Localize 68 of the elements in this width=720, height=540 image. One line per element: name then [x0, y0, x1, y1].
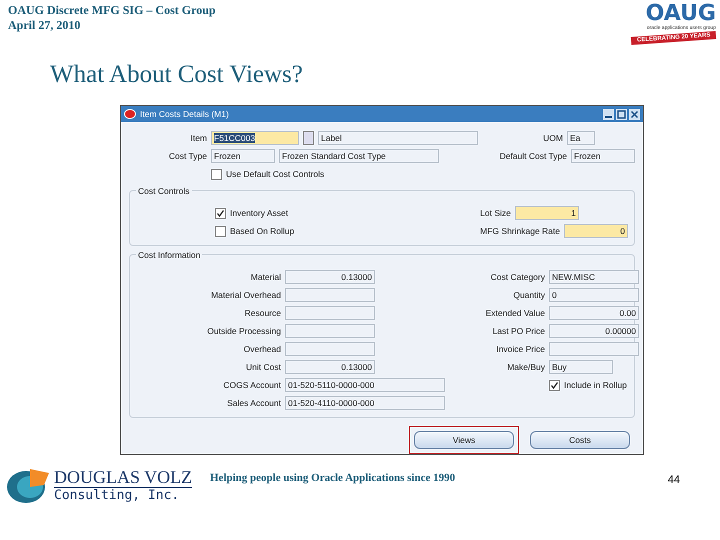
field-label: COGS Account: [222, 380, 281, 390]
checkbox-label: Use Default Cost Controls: [226, 169, 324, 179]
checkbox-label: Inventory Asset: [230, 208, 288, 218]
input-field[interactable]: 1: [514, 206, 579, 220]
field-label: Default Cost Type: [500, 151, 567, 161]
header-date: April 27, 2010: [8, 18, 82, 33]
input-field[interactable]: [285, 288, 375, 302]
company-subtitle: Consulting, Inc.: [54, 488, 180, 504]
field-label: Outside Processing: [206, 326, 281, 336]
field-label: Extended Value: [484, 308, 545, 318]
input-field[interactable]: 0.13000: [285, 270, 375, 284]
field-label: Resource: [244, 308, 281, 318]
field-label: Material Overhead: [210, 290, 281, 300]
form-button[interactable]: Costs: [530, 431, 630, 449]
field-label: Overhead: [242, 344, 281, 354]
default-cost-type-field[interactable]: Frozen: [571, 149, 635, 163]
field-label: Material: [250, 272, 281, 282]
field-label: Make/Buy: [506, 362, 545, 372]
field-label: UOM: [543, 133, 563, 143]
close-button[interactable]: [629, 108, 640, 120]
input-field[interactable]: 0.00: [549, 306, 639, 320]
description-field[interactable]: Label: [318, 131, 478, 145]
checkbox[interactable]: [215, 208, 226, 218]
header-text: OAUG Discrete MFG SIG – Cost Group: [8, 3, 216, 18]
checkbox[interactable]: [549, 380, 560, 390]
input-field[interactable]: 01-520-5110-0000-000: [285, 378, 445, 392]
input-field[interactable]: 01-520-4110-0000-000: [285, 396, 445, 410]
checkbox[interactable]: [211, 168, 222, 180]
logo-wordmark: OAUG: [646, 3, 716, 25]
maximize-button[interactable]: [616, 108, 627, 120]
window-title: Item Costs Details (M1): [140, 109, 229, 119]
slide-title: What About Cost Views?: [49, 60, 304, 90]
section-title: Cost Controls: [136, 186, 192, 196]
minimize-button[interactable]: [603, 108, 614, 120]
input-field[interactable]: [549, 342, 639, 356]
field-label: Sales Account: [226, 398, 281, 408]
input-field[interactable]: NEW.MISC: [549, 270, 639, 284]
input-field[interactable]: 0.13000: [285, 360, 375, 374]
form-button[interactable]: Views: [414, 431, 514, 449]
field-label: Lot Size: [480, 208, 511, 218]
section-title: Cost Information: [136, 250, 202, 260]
cost-type-field[interactable]: Frozen: [211, 149, 275, 163]
uom-field[interactable]: Ea: [567, 131, 595, 145]
checkbox[interactable]: [215, 226, 226, 236]
input-field[interactable]: [285, 342, 375, 356]
input-field[interactable]: Buy: [549, 360, 613, 374]
input-field[interactable]: [285, 306, 375, 320]
field-label: Unit Cost: [245, 362, 281, 372]
field-label: Invoice Price: [495, 344, 545, 354]
input-field[interactable]: 0: [564, 224, 628, 238]
item-field[interactable]: F51CC003: [211, 131, 299, 145]
field-label: MFG Shrinkage Rate: [480, 226, 560, 236]
field-label: Quantity: [512, 290, 545, 300]
input-field[interactable]: 0: [549, 288, 639, 302]
page-number: 44: [668, 474, 680, 486]
checkbox-label: Include in Rollup: [564, 380, 627, 390]
lov-button[interactable]: [303, 131, 314, 145]
input-field[interactable]: [285, 324, 375, 338]
app-icon: [124, 109, 136, 119]
input-field[interactable]: 0.00000: [549, 324, 639, 338]
description-field[interactable]: Frozen Standard Cost Type: [279, 149, 439, 163]
field-label: Cost Category: [490, 272, 545, 282]
field-label: Cost Type: [168, 151, 207, 161]
field-label: Item: [189, 133, 207, 143]
checkbox-label: Based On Rollup: [230, 226, 294, 236]
company-name: DOUGLAS VOLZ: [54, 466, 192, 488]
field-label: Last PO Price: [492, 326, 545, 336]
footer-tagline: Helping people using Oracle Applications since 1990: [210, 472, 456, 484]
